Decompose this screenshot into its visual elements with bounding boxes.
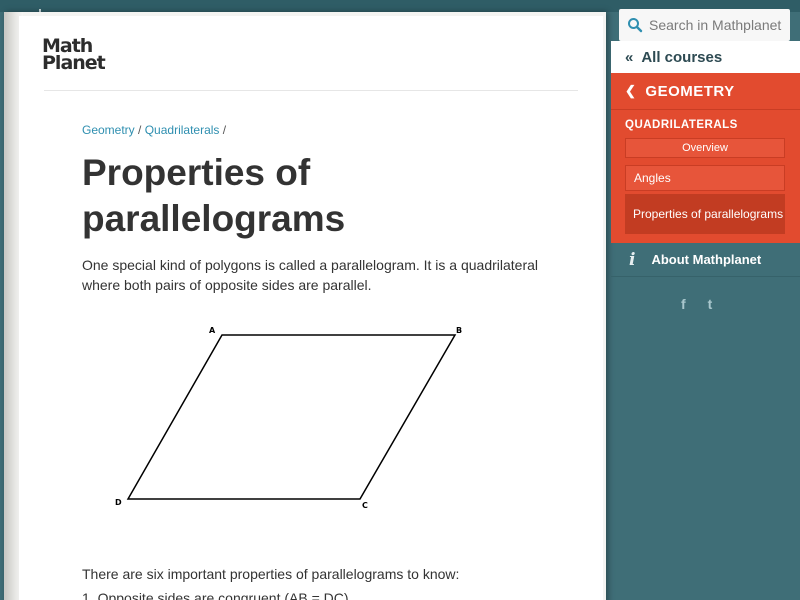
- breadcrumb-geometry[interactable]: Geometry: [82, 123, 135, 137]
- facebook-icon[interactable]: f: [681, 296, 686, 312]
- search-icon: [628, 18, 643, 33]
- vertex-b-label: B: [456, 326, 462, 335]
- twitter-icon[interactable]: t: [708, 296, 713, 312]
- nav-item-properties-of-parallelograms[interactable]: Properties of parallelograms: [625, 194, 785, 234]
- parallelogram-diagram: A B C D: [115, 326, 462, 510]
- vertex-d-label: D: [115, 498, 122, 507]
- mathplanet-logo[interactable]: Math Planet: [42, 37, 112, 78]
- parallelogram-figure: A B C D: [82, 318, 490, 536]
- logo-line2: Planet: [42, 52, 106, 74]
- parallelogram-shape: [126, 334, 457, 500]
- breadcrumb: Geometry / Quadrilaterals /: [82, 123, 226, 137]
- about-mathplanet-link[interactable]: i About Mathplanet: [611, 243, 800, 277]
- quadrilaterals-section-link[interactable]: QUADRILATERALS: [625, 119, 738, 131]
- breadcrumb-separator: /: [222, 123, 227, 137]
- about-label: About Mathplanet: [651, 252, 762, 267]
- geometry-course-link[interactable]: ❮ GEOMETRY: [625, 81, 735, 101]
- geometry-label: GEOMETRY: [645, 82, 735, 100]
- intro-paragraph: One special kind of polygons is called a…: [82, 257, 539, 293]
- search-input[interactable]: [649, 17, 789, 33]
- info-icon: i: [629, 249, 636, 270]
- double-chevron-left-icon: «: [625, 48, 634, 66]
- all-courses-label: All courses: [641, 48, 723, 66]
- nav-item-angles[interactable]: Angles: [625, 165, 785, 191]
- property-item: 1. Opposite sides are congruent (AB = DC…: [82, 590, 353, 600]
- search-box[interactable]: [619, 9, 790, 41]
- geometry-menu: ❮ GEOMETRY QUADRILATERALS Overview Angle…: [611, 73, 800, 243]
- geometry-divider: [611, 109, 800, 110]
- sidebar: « All courses ❮ GEOMETRY QUADRILATERALS …: [611, 0, 800, 600]
- page-title: Properties of parallelograms: [82, 152, 346, 239]
- social-links: f t: [681, 296, 712, 312]
- vertex-c-label: C: [362, 501, 368, 510]
- all-courses-link[interactable]: « All courses: [611, 41, 800, 73]
- breadcrumb-quadrilaterals[interactable]: Quadrilaterals: [145, 123, 220, 137]
- overview-button[interactable]: Overview: [625, 138, 785, 158]
- header-divider: [44, 90, 578, 91]
- breadcrumb-separator: /: [138, 123, 142, 137]
- properties-intro: There are six important properties of pa…: [82, 566, 460, 582]
- chevron-left-icon: ❮: [625, 83, 637, 98]
- vertex-a-label: A: [209, 326, 216, 335]
